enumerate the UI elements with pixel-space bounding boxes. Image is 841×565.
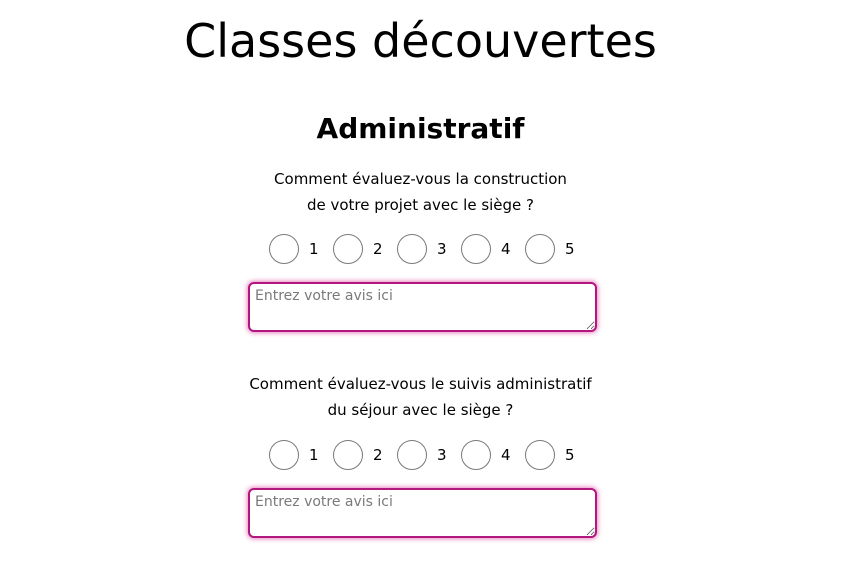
question-1-line-2: de votre projet avec le siège ? bbox=[306, 196, 535, 214]
section-title: Administratif bbox=[316, 112, 525, 145]
rating-label: 4 bbox=[501, 446, 511, 464]
rating-label: 5 bbox=[565, 240, 575, 258]
rating-label: 1 bbox=[309, 446, 319, 464]
radio-button[interactable] bbox=[461, 440, 491, 470]
question-1-line-1: Comment évaluez-vous la construction bbox=[274, 170, 567, 188]
question-2-option-5[interactable]: 5 bbox=[525, 440, 589, 470]
question-1-option-2[interactable]: 2 bbox=[333, 234, 397, 264]
question-2-feedback-input[interactable] bbox=[248, 488, 597, 538]
radio-button[interactable] bbox=[461, 234, 491, 264]
question-2-line-1: Comment évaluez-vous le suivis administr… bbox=[249, 375, 592, 393]
question-1-rating: 1 2 3 4 5 bbox=[269, 232, 589, 266]
question-1-option-5[interactable]: 5 bbox=[525, 234, 589, 264]
radio-button[interactable] bbox=[525, 234, 555, 264]
radio-button[interactable] bbox=[397, 234, 427, 264]
question-1-feedback-input[interactable] bbox=[248, 282, 597, 332]
question-1-option-4[interactable]: 4 bbox=[461, 234, 525, 264]
question-1-option-3[interactable]: 3 bbox=[397, 234, 461, 264]
question-2-line-2: du séjour avec le siège ? bbox=[327, 401, 514, 419]
radio-button[interactable] bbox=[333, 234, 363, 264]
survey-page: Classes découvertes Administratif Commen… bbox=[0, 0, 841, 565]
rating-label: 2 bbox=[373, 446, 383, 464]
question-2-text: Comment évaluez-vous le suivis administr… bbox=[0, 371, 841, 423]
rating-label: 1 bbox=[309, 240, 319, 258]
rating-label: 5 bbox=[565, 446, 575, 464]
radio-button[interactable] bbox=[397, 440, 427, 470]
radio-button[interactable] bbox=[525, 440, 555, 470]
rating-label: 2 bbox=[373, 240, 383, 258]
question-2-option-3[interactable]: 3 bbox=[397, 440, 461, 470]
question-2-rating: 1 2 3 4 5 bbox=[269, 438, 589, 472]
page-title: Classes découvertes bbox=[184, 14, 657, 68]
radio-button[interactable] bbox=[269, 234, 299, 264]
question-2-option-1[interactable]: 1 bbox=[269, 440, 333, 470]
rating-label: 3 bbox=[437, 240, 447, 258]
rating-label: 3 bbox=[437, 446, 447, 464]
question-2-option-4[interactable]: 4 bbox=[461, 440, 525, 470]
question-1-text: Comment évaluez-vous la construction de … bbox=[0, 166, 841, 218]
radio-button[interactable] bbox=[333, 440, 363, 470]
rating-label: 4 bbox=[501, 240, 511, 258]
radio-button[interactable] bbox=[269, 440, 299, 470]
question-1-option-1[interactable]: 1 bbox=[269, 234, 333, 264]
question-2-option-2[interactable]: 2 bbox=[333, 440, 397, 470]
